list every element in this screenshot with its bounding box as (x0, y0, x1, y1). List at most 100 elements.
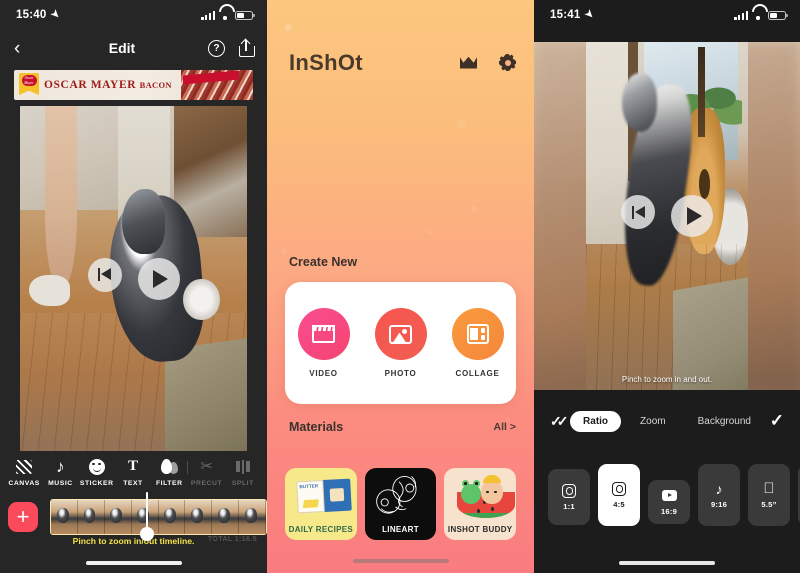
status-left: 15:40 ➤ (16, 7, 63, 22)
instagram-icon (612, 481, 626, 496)
timeline-thumbnail[interactable] (185, 500, 213, 534)
status-bar: 15:40 ➤ (0, 0, 267, 30)
text-t-icon: T (127, 458, 138, 474)
gear-icon[interactable] (499, 54, 516, 71)
play-button[interactable] (137, 257, 180, 300)
materials-list: DAILY RECIPES LINEART (285, 468, 517, 540)
tab-ratio[interactable]: Ratio (570, 410, 622, 432)
timeline-thumbnail[interactable] (77, 500, 105, 534)
tool-label: PRECUT (190, 480, 223, 487)
timeline-clips[interactable] (50, 499, 267, 535)
tool-music[interactable]: ♪ MUSIC (42, 458, 78, 487)
playback-controls (87, 257, 180, 300)
materials-all-link[interactable]: All > (494, 421, 516, 433)
timeline-thumbnail[interactable] (51, 500, 78, 534)
tool-label: MUSIC (48, 480, 73, 487)
photo-icon (389, 324, 412, 344)
back-button[interactable]: ‹ (14, 39, 36, 58)
ratio-options: 1:1 4:5 16:9 ♪ 9:16  5.5ˮ  5.8ˮ (534, 462, 800, 532)
decor-bokeh (281, 248, 287, 254)
double-check-icon[interactable]: ✓✓ (550, 413, 570, 430)
play-icon (686, 207, 702, 225)
ratio-option-4-5[interactable]: 4:5 (598, 464, 640, 526)
ratio-option-16-9[interactable]: 16:9 (648, 480, 690, 524)
ratio-option-1-1[interactable]: 1:1 (548, 469, 590, 525)
crown-icon[interactable] (460, 57, 477, 69)
add-clip-button[interactable]: + (8, 502, 38, 532)
timeline-thumbnail[interactable] (212, 500, 240, 534)
ad-banner[interactable]: Oscar Mayer OSCAR MAYER BACON (14, 70, 253, 100)
tab-zoom[interactable]: Zoom (627, 411, 679, 432)
tool-text[interactable]: T TEXT (115, 458, 151, 487)
play-icon (153, 269, 168, 288)
home-indicator[interactable] (619, 561, 715, 565)
photo-icon-circle (374, 308, 427, 360)
share-icon[interactable] (239, 38, 255, 57)
collage-icon-circle (451, 308, 504, 360)
canvas-ratio-screen: 15:41 ➤ Pinch to zoom in and out. ✓✓ Rat… (534, 0, 800, 573)
tool-label: FILTER (155, 480, 183, 487)
status-right (201, 10, 255, 20)
canvas-toolbar: ✓✓ Ratio Zoom Background ✓ (534, 402, 800, 440)
materials-title: Materials (289, 420, 344, 434)
playback-controls (621, 195, 713, 237)
create-item-label: VIDEO (309, 369, 338, 378)
timeline-playhead[interactable] (140, 492, 154, 541)
wifi-icon (752, 11, 764, 20)
tool-precut[interactable]: ✂ PRECUT (188, 458, 224, 487)
status-left: 15:41 ➤ (550, 7, 596, 21)
ratio-label: 16:9 (661, 507, 677, 516)
material-card-inshot-buddy[interactable]: INSHOT BUDDY (444, 468, 517, 540)
canvas-icon (16, 459, 33, 474)
material-label: LINEART (382, 525, 419, 534)
total-duration: TOTAL 1:16.5 (207, 536, 257, 543)
canvas-preview[interactable]: Pinch to zoom in and out. (534, 42, 800, 390)
timeline-thumbnail[interactable] (104, 500, 132, 534)
ad-product-name: BACON (139, 80, 172, 90)
scene-dog-tail (183, 278, 220, 320)
create-video-button[interactable]: VIDEO (297, 308, 350, 378)
ratio-label: 4:5 (613, 500, 625, 509)
scene-rug (673, 277, 748, 390)
tool-sticker[interactable]: STICKER (79, 458, 115, 487)
create-item-label: PHOTO (384, 369, 417, 378)
check-icon[interactable]: ✓ (764, 411, 784, 431)
create-new-title: Create New (289, 255, 358, 269)
ratio-option-5-5[interactable]:  5.5ˮ (748, 464, 790, 526)
timeline-thumbnail[interactable] (158, 500, 186, 534)
timeline-thumbnail[interactable] (239, 500, 266, 534)
tool-split[interactable]: SPLIT (225, 458, 261, 487)
help-icon[interactable]: ? (208, 39, 225, 57)
decor-bokeh (285, 24, 292, 31)
canvas-tabs: Ratio Zoom Background (570, 410, 764, 432)
tool-filter[interactable]: FILTER (151, 458, 187, 487)
restart-button[interactable] (621, 195, 655, 229)
editor-toolbar: CANVAS ♪ MUSIC STICKER T TEXT FILTER ✂ P… (0, 458, 267, 487)
location-arrow-icon: ➤ (48, 7, 63, 22)
create-photo-button[interactable]: PHOTO (374, 308, 427, 378)
video-preview[interactable] (20, 106, 247, 451)
restart-button[interactable] (87, 257, 122, 292)
app-logo: InShOt (289, 50, 363, 75)
ratio-option-9-16[interactable]: ♪ 9:16 (698, 464, 740, 526)
split-icon (236, 459, 250, 474)
scissors-icon: ✂ (200, 458, 213, 475)
tiktok-icon: ♪ (715, 480, 723, 497)
home-header-actions (460, 54, 516, 71)
scene-shoe (29, 275, 70, 307)
tool-canvas[interactable]: CANVAS (6, 458, 42, 487)
wifi-icon (219, 11, 231, 20)
create-collage-button[interactable]: COLLAGE (451, 308, 504, 378)
home-indicator[interactable] (352, 559, 449, 563)
youtube-icon (661, 490, 677, 501)
ad-brand: OSCAR MAYER BACON (44, 79, 172, 91)
home-indicator[interactable] (85, 561, 182, 565)
previous-icon (631, 205, 645, 219)
material-card-daily-recipes[interactable]: DAILY RECIPES (285, 468, 357, 540)
collage-icon (466, 324, 489, 344)
tab-background[interactable]: Background (685, 411, 764, 432)
play-button[interactable] (671, 195, 713, 237)
decor-bokeh (471, 206, 477, 212)
music-note-icon: ♪ (56, 457, 65, 476)
material-card-lineart[interactable]: LINEART (364, 468, 437, 540)
